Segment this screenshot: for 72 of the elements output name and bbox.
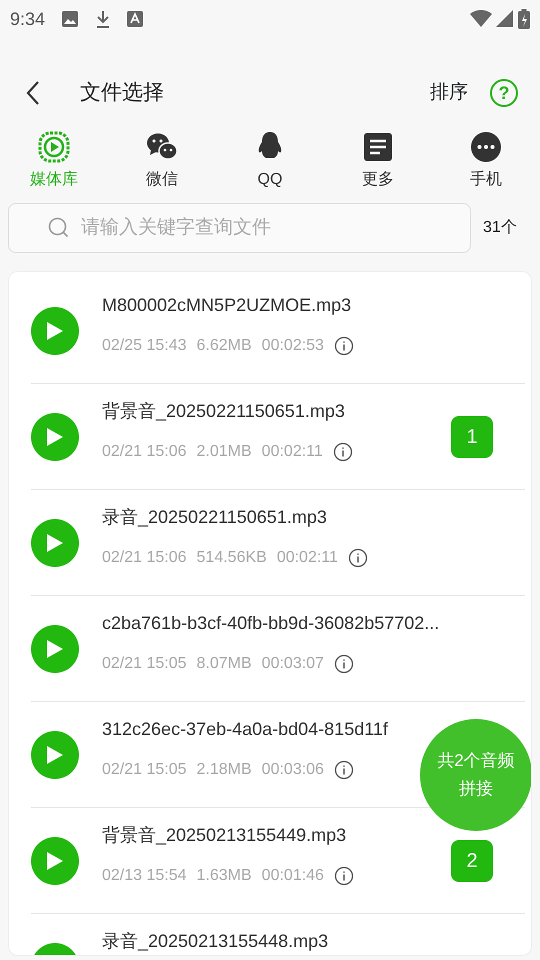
info-icon bbox=[334, 866, 354, 886]
play-button[interactable] bbox=[31, 307, 79, 355]
play-icon bbox=[45, 850, 65, 872]
info-icon bbox=[334, 760, 354, 780]
search-icon bbox=[48, 217, 70, 239]
file-duration: 00:03:07 bbox=[262, 654, 324, 674]
back-icon bbox=[26, 80, 40, 106]
info-icon bbox=[348, 548, 368, 568]
back-button[interactable] bbox=[26, 80, 40, 106]
play-button[interactable] bbox=[31, 731, 79, 779]
file-name: 背景音_20250213155449.mp3 bbox=[102, 824, 348, 847]
file-duration: 00:02:53 bbox=[262, 336, 324, 356]
search-field[interactable]: 请输入关键字查询文件 bbox=[8, 203, 471, 253]
file-date: 02/25 15:43 bbox=[102, 336, 187, 356]
signal-icon bbox=[496, 10, 514, 28]
file-name: 背景音_20250221150651.mp3 bbox=[102, 400, 346, 423]
file-date: 02/13 15:54 bbox=[102, 866, 187, 886]
play-button[interactable] bbox=[31, 413, 79, 461]
document-icon bbox=[364, 133, 392, 161]
file-name: 录音_20250213155448.mp3 bbox=[102, 930, 330, 953]
source-tab[interactable]: QQ bbox=[216, 124, 324, 193]
play-button[interactable] bbox=[31, 519, 79, 567]
selection-order-badge: 1 bbox=[451, 416, 493, 458]
source-tab[interactable]: 更多 bbox=[324, 124, 432, 193]
info-button[interactable] bbox=[334, 866, 354, 886]
play-icon bbox=[45, 320, 65, 342]
play-button[interactable] bbox=[31, 625, 79, 673]
file-count: 31个 bbox=[483, 218, 517, 238]
file-date: 02/21 15:05 bbox=[102, 760, 187, 780]
file-size: 1.63MB bbox=[196, 866, 252, 886]
battery-icon bbox=[518, 9, 530, 29]
selection-order-badge: 2 bbox=[451, 840, 493, 882]
source-tab[interactable]: 微信 bbox=[108, 124, 216, 193]
info-button[interactable] bbox=[334, 760, 354, 780]
file-size: 2.01MB bbox=[196, 442, 252, 462]
image-icon bbox=[61, 10, 80, 28]
file-size: 8.07MB bbox=[196, 654, 252, 674]
more-dots-icon bbox=[471, 132, 501, 162]
file-size: 2.18MB bbox=[196, 760, 252, 780]
file-duration: 00:01:46 bbox=[262, 866, 324, 886]
file-size: 6.62MB bbox=[196, 336, 252, 356]
source-tab[interactable]: 手机 bbox=[432, 124, 540, 193]
file-date: 02/21 15:06 bbox=[102, 442, 187, 462]
font-icon bbox=[127, 11, 144, 27]
status-time: 9:34 bbox=[10, 8, 46, 30]
file-duration: 00:03:06 bbox=[262, 760, 324, 780]
file-name: c2ba761b-b3cf-40fb-bb9d-36082b57702... bbox=[102, 612, 440, 635]
info-button[interactable] bbox=[334, 654, 354, 674]
play-icon bbox=[45, 426, 65, 448]
sort-button[interactable]: 排序 bbox=[430, 78, 468, 108]
info-button[interactable] bbox=[334, 336, 354, 356]
file-name: M800002cMN5P2UZMOE.mp3 bbox=[102, 294, 352, 317]
file-date: 02/21 15:05 bbox=[102, 654, 187, 674]
play-frame-icon bbox=[38, 131, 70, 163]
play-icon bbox=[45, 744, 65, 766]
info-icon bbox=[334, 336, 354, 356]
file-name: 312c26ec-37eb-4a0a-bd04-815d11f bbox=[102, 718, 389, 741]
file-size: 514.56KB bbox=[196, 548, 267, 568]
play-button[interactable] bbox=[31, 837, 79, 885]
play-icon bbox=[45, 532, 65, 554]
info-button[interactable] bbox=[348, 548, 368, 568]
file-duration: 00:02:11 bbox=[262, 442, 323, 462]
file-name: 录音_20250221150651.mp3 bbox=[102, 506, 328, 529]
play-icon bbox=[45, 638, 65, 660]
file-date: 02/21 15:06 bbox=[102, 548, 187, 568]
info-button[interactable] bbox=[332, 442, 353, 462]
info-icon bbox=[332, 442, 353, 462]
file-duration: 00:02:11 bbox=[276, 548, 338, 568]
page-title: 文件选择 bbox=[80, 80, 164, 106]
info-icon bbox=[334, 654, 354, 674]
download-icon bbox=[95, 10, 112, 28]
wifi-icon bbox=[470, 10, 492, 28]
